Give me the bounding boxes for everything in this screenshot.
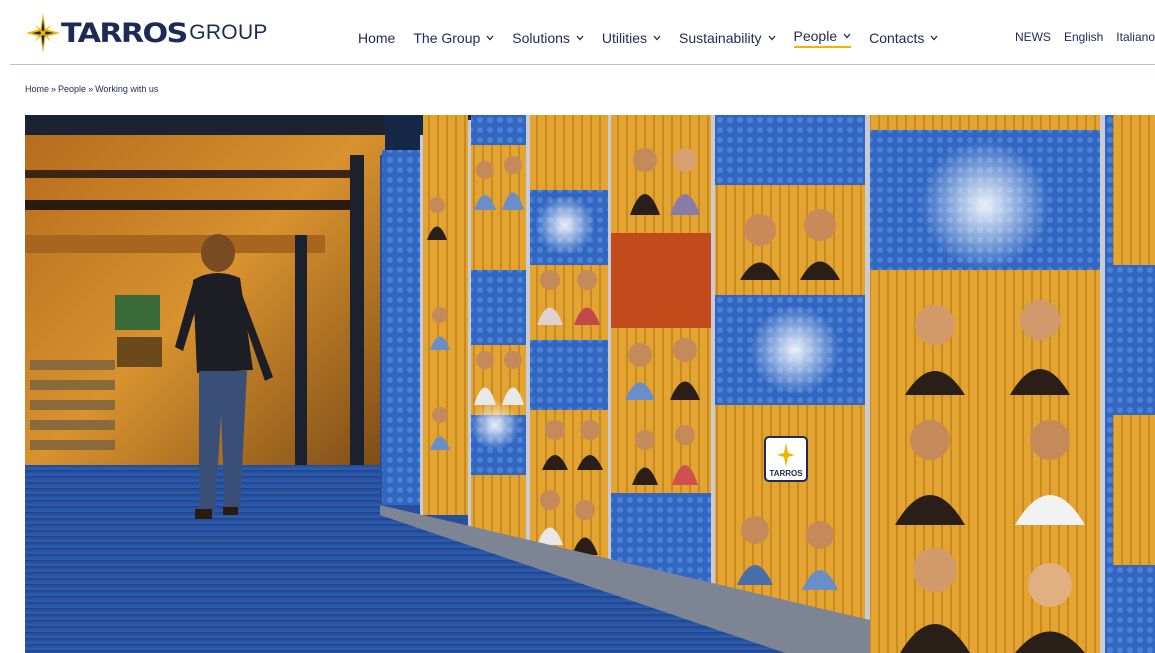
nav-item-label: Solutions	[512, 30, 570, 46]
tarros-group-logo[interactable]: TARROS GROUP	[26, 12, 268, 54]
wall-tarros-logo: TARROS	[764, 436, 808, 482]
nav-item-label: The Group	[413, 30, 481, 46]
utility-links: NEWS English Italiano	[1002, 30, 1155, 44]
news-link[interactable]: NEWS	[1015, 30, 1051, 44]
nav-item-home[interactable]: Home	[358, 28, 395, 48]
hero-photo-wall: TARROS	[25, 115, 1155, 653]
breadcrumb: Home » People » Working with us	[25, 84, 158, 94]
chevron-down-icon	[653, 35, 661, 41]
header-divider	[10, 64, 1155, 65]
hero-image: TARROS	[25, 115, 1155, 653]
chevron-down-icon	[486, 35, 494, 41]
nav-item-label: Home	[358, 30, 396, 46]
nav-item-the-group[interactable]: The Group	[413, 28, 494, 48]
breadcrumb-current: Working with us	[95, 84, 159, 94]
language-english-link[interactable]: English	[1064, 30, 1103, 44]
chevron-down-icon	[930, 35, 938, 41]
nav-item-sustainability[interactable]: Sustainability	[679, 28, 776, 48]
breadcrumb-people[interactable]: People	[58, 84, 86, 94]
chevron-down-icon	[843, 33, 851, 39]
nav-item-label: People	[793, 28, 838, 44]
chevron-down-icon	[576, 35, 584, 41]
nav-item-label: Sustainability	[679, 30, 762, 46]
logo-wordmark: TARROS	[61, 17, 188, 49]
site-header: TARROS GROUP Home The Group Solutions Ut…	[0, 0, 1155, 66]
nav-item-label: Contacts	[869, 30, 925, 46]
nav-item-utilities[interactable]: Utilities	[602, 28, 661, 48]
nav-item-solutions[interactable]: Solutions	[512, 28, 584, 48]
language-italiano-link[interactable]: Italiano	[1116, 30, 1155, 44]
breadcrumb-separator: »	[51, 84, 57, 94]
chevron-down-icon	[768, 35, 776, 41]
nav-item-people[interactable]: People	[793, 28, 852, 48]
wall-logo-text: TARROS	[769, 469, 803, 478]
breadcrumb-home[interactable]: Home	[25, 84, 49, 94]
compass-star-icon	[26, 13, 60, 53]
logo-suffix: GROUP	[189, 21, 268, 44]
main-nav: Home The Group Solutions Utilities Susta…	[358, 28, 956, 48]
breadcrumb-separator: »	[88, 84, 94, 94]
nav-item-label: Utilities	[601, 30, 648, 46]
nav-item-contacts[interactable]: Contacts	[869, 28, 938, 48]
